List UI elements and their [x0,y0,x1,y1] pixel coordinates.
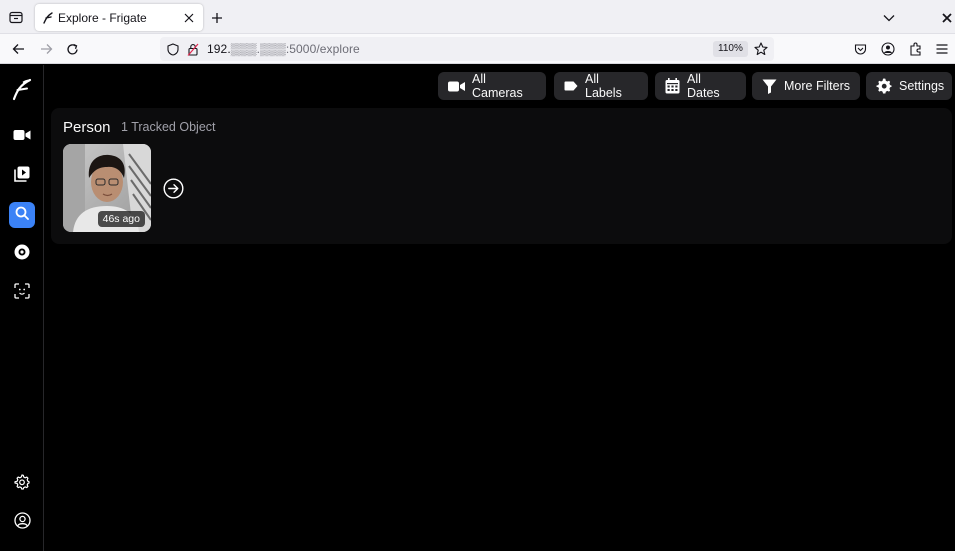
url-blurred: ▒▒▒.▒▒▒ [230,42,286,56]
gear-icon [876,78,892,94]
disc-icon [14,244,30,265]
group-label: Person [63,119,111,136]
more-filters-label: More Filters [784,79,850,93]
calendar-icon [665,78,680,94]
insecure-lock-icon[interactable] [186,42,200,56]
camera-icon [448,81,465,92]
frigate-favicon-icon [42,11,54,24]
pocket-icon[interactable] [851,40,869,58]
all-labels-label: All Labels [585,72,622,100]
shield-icon[interactable] [166,42,180,56]
new-tab-icon[interactable] [208,9,226,27]
user-icon [13,512,31,534]
tab-list-icon[interactable] [6,8,26,26]
url-text: 192.▒▒▒.▒▒▒:5000/explore [207,42,360,56]
chevron-down-icon[interactable] [880,9,898,27]
settings-label: Settings [899,79,945,93]
browser-tab[interactable]: Explore - Frigate [35,4,203,31]
reload-icon[interactable] [63,40,81,58]
sidebar-item-explore[interactable] [9,202,35,228]
gear-icon [14,473,30,495]
hamburger-menu-icon[interactable] [933,40,951,58]
explore-group-person: Person 1 Tracked Object 46s ago [51,108,952,244]
search-icon [15,206,29,225]
back-arrow-icon[interactable] [9,40,27,58]
face-scan-icon [14,282,30,304]
all-labels-button[interactable]: All Labels [554,72,648,100]
tab-close-icon[interactable] [180,9,198,27]
all-dates-label: All Dates [687,72,720,100]
sidebar [0,65,44,551]
all-dates-button[interactable]: All Dates [655,72,746,100]
extensions-icon[interactable] [906,40,924,58]
sidebar-item-live[interactable] [9,124,35,150]
tab-title: Explore - Frigate [58,10,147,25]
address-bar[interactable]: 192.▒▒▒.▒▒▒:5000/explore 110% [160,37,774,61]
window-close-icon[interactable] [938,9,955,27]
sidebar-item-account[interactable] [9,510,35,536]
tracked-object-count: 1 Tracked Object [121,120,216,134]
filter-icon [762,79,777,94]
url-path: :5000/explore [285,42,360,56]
tracked-object-thumbnail[interactable]: 46s ago [63,144,151,232]
zoom-level[interactable]: 110% [713,41,748,57]
sidebar-item-review[interactable] [9,163,35,189]
frigate-logo-icon[interactable] [9,76,35,102]
arrow-right-circle-icon[interactable] [162,177,184,199]
url-host: 192. [207,42,231,56]
sidebar-item-export[interactable] [9,241,35,267]
all-cameras-button[interactable]: All Cameras [438,72,546,100]
browser-tab-bar: Explore - Frigate [0,0,955,34]
all-cameras-label: All Cameras [472,72,523,100]
play-library-icon [14,166,30,187]
bookmark-star-icon[interactable] [753,41,769,57]
frigate-app: All Cameras All Labels All Dates More Fi… [0,65,955,551]
sidebar-item-settings[interactable] [9,471,35,497]
more-filters-button[interactable]: More Filters [752,72,860,100]
forward-arrow-icon[interactable] [37,40,55,58]
sidebar-item-faces[interactable] [9,280,35,306]
time-ago-badge: 46s ago [97,211,145,227]
tag-icon [564,81,578,91]
account-circle-icon[interactable] [879,40,897,58]
browser-nav-bar: 192.▒▒▒.▒▒▒:5000/explore 110% [0,34,955,64]
settings-button[interactable]: Settings [866,72,952,100]
video-camera-icon [13,128,31,146]
